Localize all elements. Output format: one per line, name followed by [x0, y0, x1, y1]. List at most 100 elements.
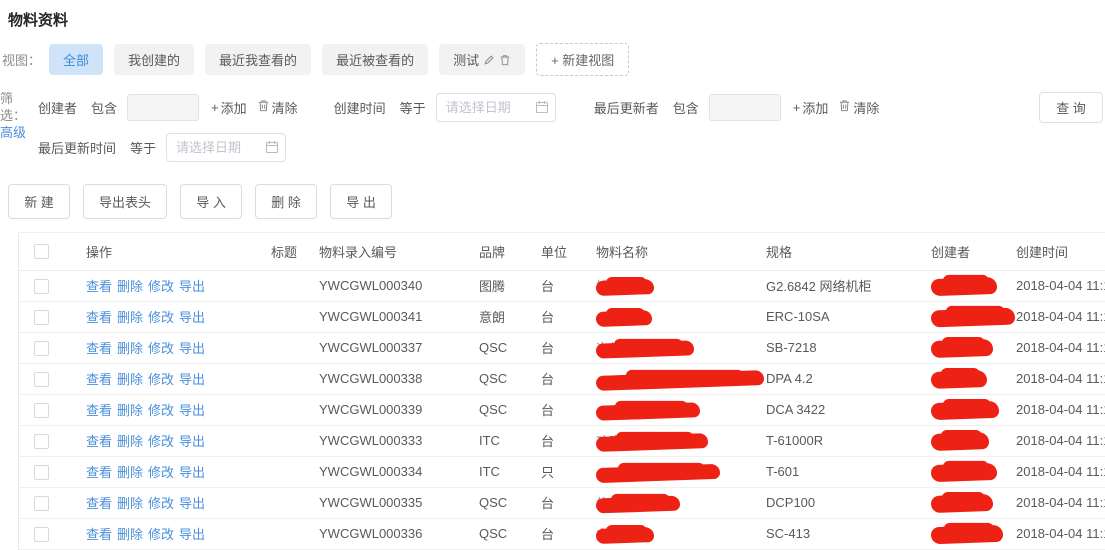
creator-clear-link[interactable]: 清除 [257, 98, 298, 117]
plus-icon: + [793, 100, 801, 115]
toolbar-button[interactable]: 新 建 [8, 184, 70, 219]
creator [931, 487, 1016, 518]
created-time: 2018-04-04 11:16 [1016, 332, 1105, 363]
creator-add-link[interactable]: +添加 [211, 98, 247, 117]
row-checkbox[interactable] [34, 496, 49, 511]
row-operations: 查看删除修改导出 [86, 301, 271, 332]
op-link[interactable]: 修改 [148, 465, 174, 480]
row-checkbox[interactable] [34, 341, 49, 356]
created-time: 2018-04-04 11:16 [1016, 363, 1105, 394]
last-updater-clear-link[interactable]: 清除 [838, 98, 879, 117]
op-link[interactable]: 删除 [117, 527, 143, 542]
row-checkbox[interactable] [34, 372, 49, 387]
trash-icon[interactable] [499, 54, 511, 66]
table-row: 查看删除修改导出 YWCGWL000338 QSC 台 DPA 4.2 2018… [19, 363, 1105, 394]
op-link[interactable]: 导出 [179, 465, 205, 480]
op-link[interactable]: 导出 [179, 310, 205, 325]
view-tab[interactable]: 最近被查看的 [322, 44, 428, 75]
filter-op-last-update-time: 等于 [130, 138, 156, 157]
row-checkbox[interactable] [34, 279, 49, 294]
advanced-filter-link[interactable]: 高级 [0, 124, 30, 141]
op-link[interactable]: 查看 [86, 279, 112, 294]
title-cell [271, 425, 319, 456]
spec: ERC-10SA [766, 301, 931, 332]
materials-table: 操作 标题 物料录入编号 品牌 单位 物料名称 规格 创建者 创建时间 查看删除… [19, 233, 1105, 550]
material-name [596, 394, 766, 425]
view-tab[interactable]: 我创建的 [114, 44, 194, 75]
creator [931, 270, 1016, 301]
op-link[interactable]: 查看 [86, 527, 112, 542]
op-link[interactable]: 修改 [148, 372, 174, 387]
toolbar-button[interactable]: 导出表头 [83, 184, 167, 219]
op-link[interactable]: 删除 [117, 496, 143, 511]
row-checkbox[interactable] [34, 403, 49, 418]
op-link[interactable]: 删除 [117, 465, 143, 480]
op-link[interactable]: 导出 [179, 496, 205, 511]
op-link[interactable]: 导出 [179, 527, 205, 542]
brand: QSC [479, 518, 541, 549]
redaction-scribble [596, 526, 654, 543]
table-row: 查看删除修改导出 YWCGWL000333 ITC 台 功率放大器 T-6100… [19, 425, 1105, 456]
op-link[interactable]: 删除 [117, 434, 143, 449]
material-name: 信息处理器 [596, 487, 766, 518]
redaction-scribble [596, 370, 764, 391]
select-all-checkbox[interactable] [34, 244, 49, 259]
toolbar-button[interactable]: 删 除 [255, 184, 317, 219]
creator-filter-input[interactable] [127, 94, 199, 121]
op-link[interactable]: 修改 [148, 310, 174, 325]
title-cell [271, 394, 319, 425]
op-link[interactable]: 删除 [117, 341, 143, 356]
op-link[interactable]: 删除 [117, 310, 143, 325]
op-link[interactable]: 查看 [86, 372, 112, 387]
op-link[interactable]: 查看 [86, 310, 112, 325]
op-link[interactable]: 查看 [86, 434, 112, 449]
op-link[interactable]: 导出 [179, 341, 205, 356]
col-header-ops: 操作 [86, 233, 271, 270]
row-checkbox[interactable] [34, 527, 49, 542]
op-link[interactable]: 导出 [179, 434, 205, 449]
op-link[interactable]: 查看 [86, 465, 112, 480]
op-link[interactable]: 查看 [86, 341, 112, 356]
unit: 台 [541, 270, 596, 301]
toolbar-button[interactable]: 导 出 [330, 184, 392, 219]
spec: T-601 [766, 456, 931, 487]
op-link[interactable]: 查看 [86, 496, 112, 511]
op-link[interactable]: 修改 [148, 496, 174, 511]
redaction-scribble [596, 340, 694, 358]
creator [931, 456, 1016, 487]
row-checkbox[interactable] [34, 465, 49, 480]
op-link[interactable]: 修改 [148, 403, 174, 418]
title-cell [271, 332, 319, 363]
created-time: 2018-04-04 11:16 [1016, 487, 1105, 518]
op-link[interactable]: 导出 [179, 279, 205, 294]
search-button[interactable]: 查 询 [1039, 92, 1103, 123]
op-link[interactable]: 删除 [117, 279, 143, 294]
row-checkbox[interactable] [34, 434, 49, 449]
last-update-time-date-input[interactable] [166, 133, 286, 162]
op-link[interactable]: 修改 [148, 341, 174, 356]
last-updater-add-link[interactable]: +添加 [793, 98, 829, 117]
brand: ITC [479, 425, 541, 456]
op-link[interactable]: 查看 [86, 403, 112, 418]
op-link[interactable]: 删除 [117, 403, 143, 418]
toolbar-button[interactable]: 导 入 [180, 184, 242, 219]
op-link[interactable]: 导出 [179, 372, 205, 387]
col-header-creator: 创建者 [931, 233, 1016, 270]
op-link[interactable]: 导出 [179, 403, 205, 418]
edit-pencil-icon[interactable] [483, 54, 495, 66]
filters-left: 筛选： 高级 [0, 90, 30, 141]
new-view-button[interactable]: + 新建视图 [536, 43, 629, 76]
row-checkbox[interactable] [34, 310, 49, 325]
op-link[interactable]: 修改 [148, 434, 174, 449]
last-updater-filter-input[interactable] [709, 94, 781, 121]
op-link[interactable]: 修改 [148, 527, 174, 542]
view-tab[interactable]: 测试 [439, 44, 525, 75]
plus-icon: + [211, 100, 219, 115]
view-tab[interactable]: 全部 [49, 44, 103, 75]
op-link[interactable]: 删除 [117, 372, 143, 387]
op-link[interactable]: 修改 [148, 279, 174, 294]
create-time-date-input[interactable] [436, 93, 556, 122]
title-cell [271, 301, 319, 332]
view-tab[interactable]: 最近我查看的 [205, 44, 311, 75]
redaction-scribble [931, 370, 987, 389]
